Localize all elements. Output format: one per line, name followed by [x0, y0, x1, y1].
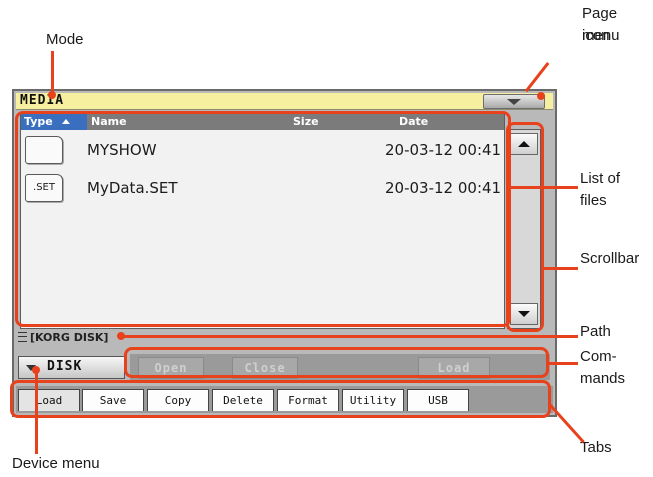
callout-list-of-files-1: List of [580, 170, 621, 187]
callout-commands-2: mands [580, 370, 626, 387]
page-menu-button[interactable] [483, 94, 545, 109]
leader-device-menu [35, 370, 38, 454]
device-label: DISK [47, 359, 83, 374]
highlight-tabs [10, 380, 551, 418]
path-text: [KORG DISK] [30, 331, 109, 344]
leader-dot [117, 332, 125, 340]
path-menu-icon [18, 332, 27, 342]
leader-list [510, 186, 578, 189]
callout-mode: Mode [46, 31, 84, 48]
leader-path [121, 335, 578, 338]
title-bar: MEDIA [16, 93, 553, 110]
leader-tabs [549, 403, 585, 444]
leader-mode [51, 51, 54, 95]
highlight-file-list [15, 111, 511, 327]
callout-page-menu-icon-2: icon [582, 27, 610, 44]
callout-commands-1: Com- [580, 348, 617, 365]
highlight-commands [124, 347, 549, 378]
leader-commands [549, 362, 578, 365]
callout-path: Path [580, 323, 611, 340]
leader-scrollbar [544, 267, 578, 270]
leader-page-menu [524, 62, 550, 93]
callout-scrollbar: Scrollbar [580, 250, 640, 267]
leader-dot [537, 92, 545, 100]
leader-dot [32, 366, 40, 374]
leader-dot [48, 91, 56, 99]
callout-list-of-files-2: files [580, 192, 607, 209]
highlight-scrollbar [506, 122, 544, 332]
mode-title: MEDIA [20, 93, 65, 108]
chevron-down-icon [507, 99, 521, 105]
callout-device-menu: Device menu [12, 455, 100, 472]
